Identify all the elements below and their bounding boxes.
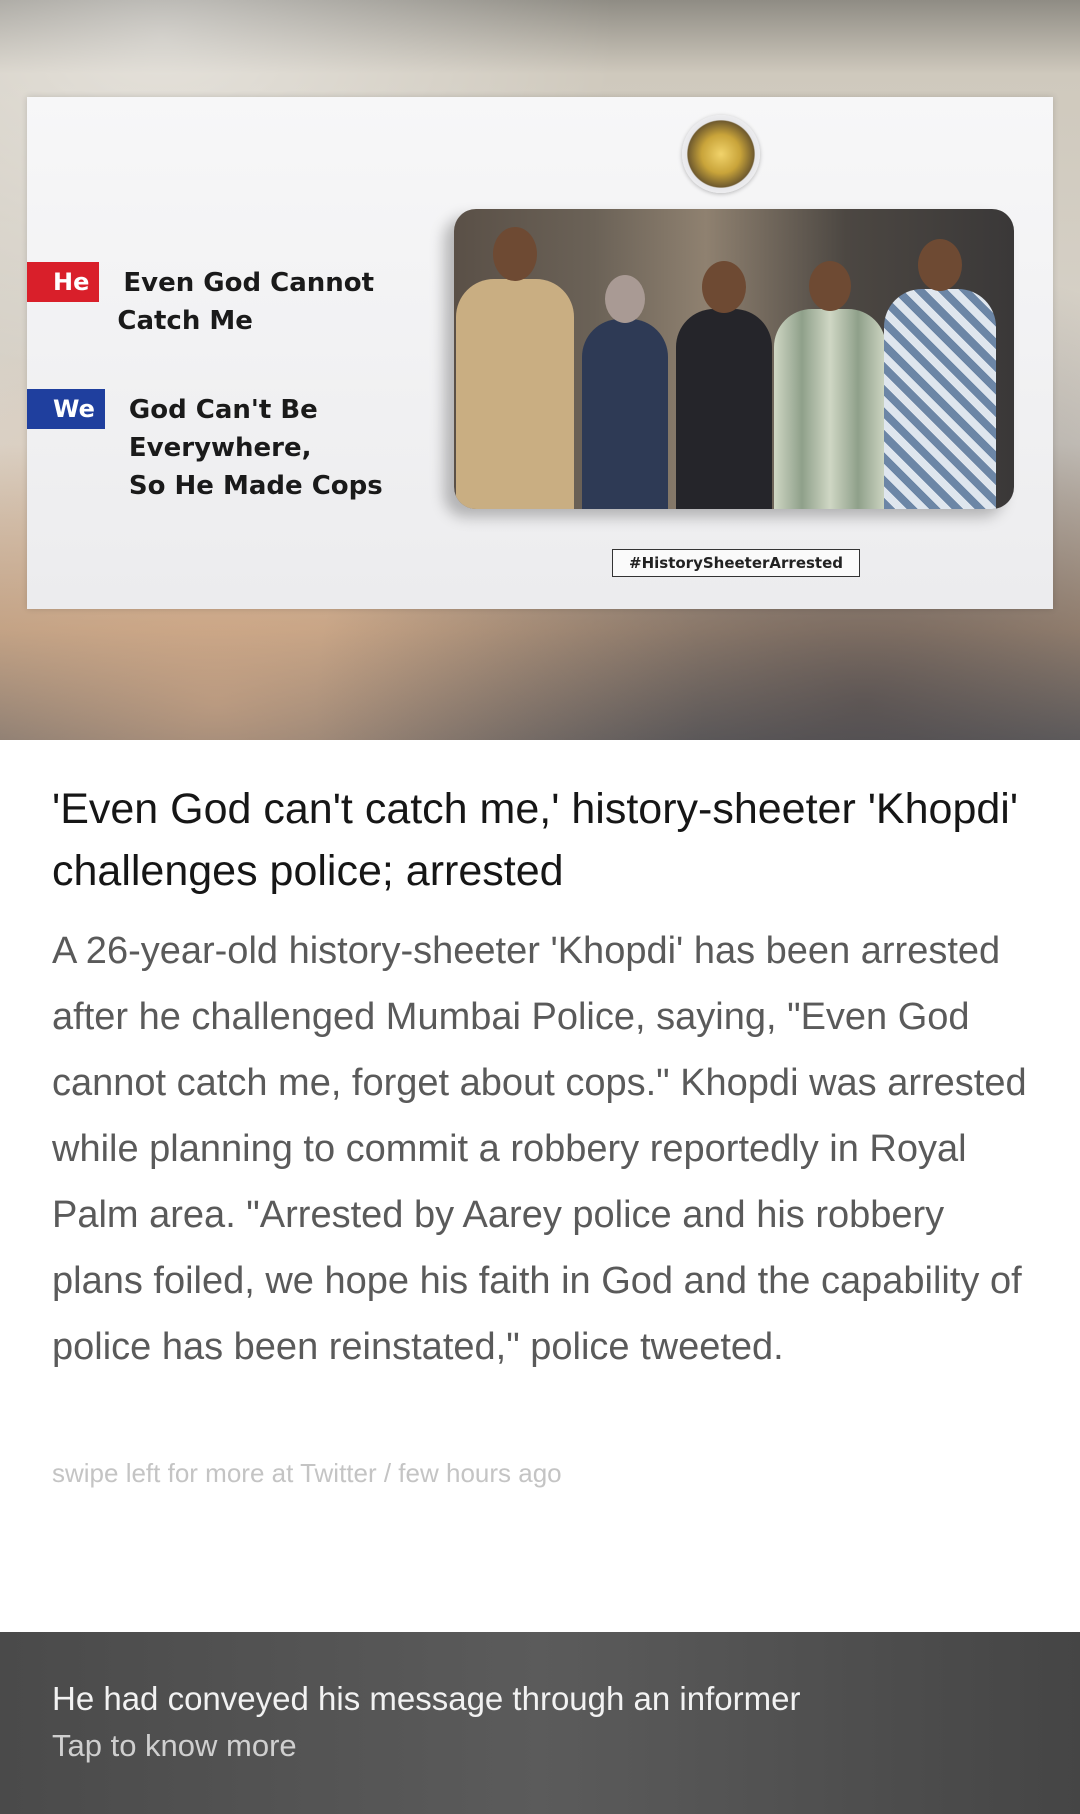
head (605, 275, 645, 323)
we-quote-line: Everywhere, (128, 433, 312, 463)
head (809, 261, 851, 311)
head (702, 261, 746, 313)
arrest-photo (454, 209, 1014, 509)
we-row: We God Can't Be Everywhere, So He Made C… (27, 389, 383, 505)
article-headline: 'Even God can't catch me,' history-sheet… (52, 785, 1019, 895)
tap-to-know-more-link[interactable]: Tap to know more (52, 1728, 297, 1764)
suspect-figure (582, 275, 668, 509)
hero-image[interactable]: He Even God Cannot Catch Me We God Can't… (0, 0, 1080, 740)
footer-banner[interactable]: He had conveyed his message through an i… (0, 1632, 1080, 1814)
police-emblem-icon (682, 115, 760, 193)
source-link[interactable]: swipe left for more at Twitter / few hou… (52, 1458, 562, 1489)
we-quote-line: So He Made Cops (128, 471, 383, 501)
officer-figure (456, 227, 574, 509)
he-tag: He (27, 262, 100, 302)
hashtag-label: #HistorySheeterArrested (612, 549, 860, 577)
we-quote-line: God Can't Be (128, 395, 318, 425)
person-figure (884, 239, 996, 509)
he-row: He Even God Cannot Catch Me (27, 262, 374, 340)
he-quote-line: Even God Cannot (123, 268, 375, 298)
head (918, 239, 962, 291)
tweet-image-card: He Even God Cannot Catch Me We God Can't… (27, 97, 1053, 609)
person-figure (774, 261, 886, 509)
footer-title: He had conveyed his message through an i… (52, 1680, 801, 1717)
person-figure (676, 261, 772, 509)
he-quote: Even God Cannot Catch Me (117, 264, 375, 340)
we-quote: God Can't Be Everywhere, So He Made Cops (129, 391, 383, 505)
article-body: A 26-year-old history-sheeter 'Khopdi' h… (52, 930, 1027, 1368)
head (493, 227, 537, 281)
we-tag: We (27, 389, 105, 429)
he-quote-line: Catch Me (117, 306, 253, 336)
